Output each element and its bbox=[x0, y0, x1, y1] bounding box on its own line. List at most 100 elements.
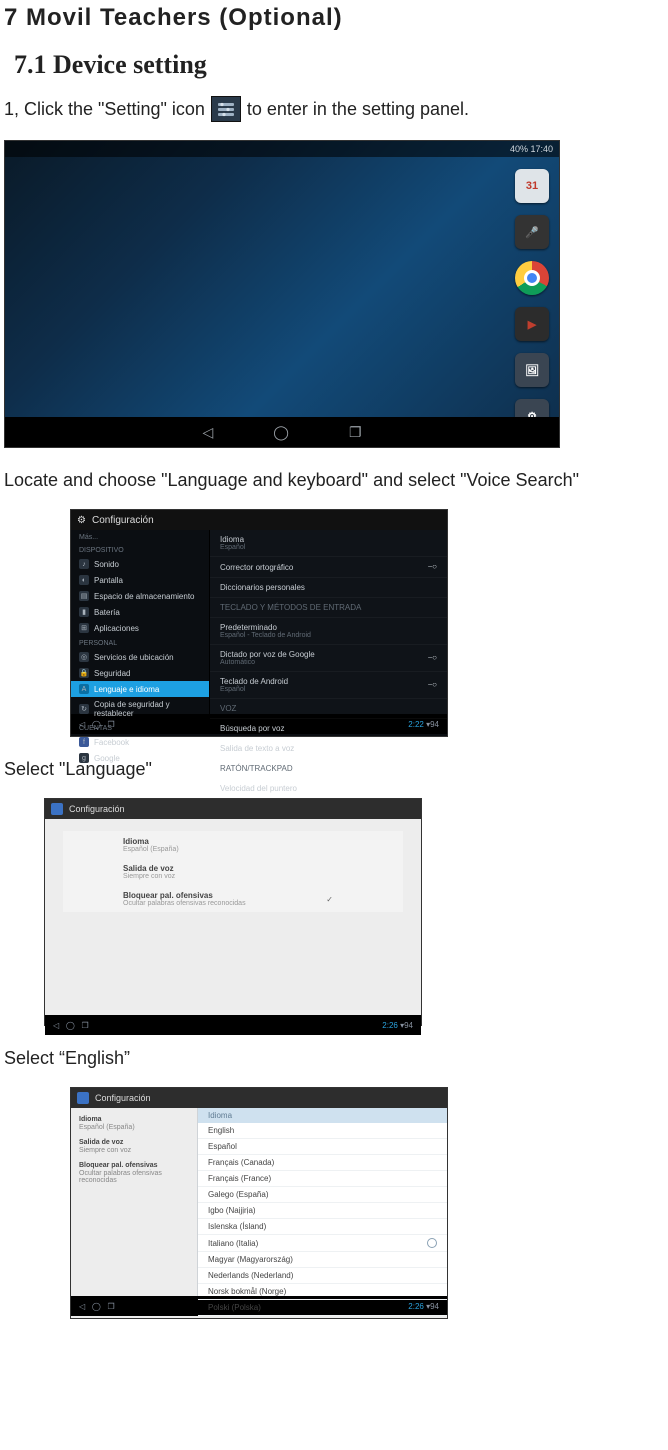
row-sublabel: Ocultar palabras ofensivas reconocidas bbox=[123, 900, 343, 907]
detail-diccionarios: Diccionarios personales bbox=[210, 578, 447, 598]
settings-title: Configuración bbox=[92, 515, 154, 526]
detail-predeterminado: PredeterminadoEspañol - Teclado de Andro… bbox=[210, 618, 447, 645]
status-bar: 40% 17:40 bbox=[5, 141, 559, 157]
row-idioma: Idioma Español (España) bbox=[63, 831, 403, 858]
screenshot-voice-search-settings: Configuración Idioma Español (España) Sa… bbox=[44, 798, 422, 1026]
battery-pct: 94 bbox=[430, 720, 439, 729]
row-salida-voz: Salida de voz Siempre con voz bbox=[63, 858, 403, 885]
detail-android-keyboard: Teclado de AndroidEspañol⎯○ bbox=[210, 672, 447, 699]
facebook-icon: f bbox=[79, 737, 89, 747]
language-label: Magyar (Magyarország) bbox=[208, 1255, 293, 1264]
row-sublabel: Siempre con voz bbox=[79, 1147, 189, 1154]
slider-icon: ⎯○ bbox=[428, 653, 437, 663]
radio-icon bbox=[427, 1238, 437, 1248]
sidebar-item-display: ◐Pantalla bbox=[71, 572, 209, 588]
sidebar-header-personal: PERSONAL bbox=[71, 636, 209, 649]
sidebar-label: Aplicaciones bbox=[94, 624, 139, 633]
clock: 2:26 bbox=[382, 1021, 398, 1030]
storage-icon: ▤ bbox=[79, 591, 89, 601]
step-1-text-b: to enter in the setting panel. bbox=[247, 99, 469, 120]
row-label: Bloquear pal. ofensivas bbox=[79, 1162, 189, 1169]
screenshot-select-english: Configuración Idioma Español (España) Sa… bbox=[70, 1087, 448, 1319]
nav-icons: ◁ ◯ ❐ bbox=[53, 1021, 89, 1030]
paragraph-4: Select “English” bbox=[4, 1048, 664, 1069]
chapter-title: 7 Movil Teachers (Optional) bbox=[4, 4, 664, 32]
paragraph-2: Locate and choose "Language and keyboard… bbox=[4, 470, 664, 491]
row-bloquear-ofensivas: Bloquear pal. ofensivas Ocultar palabras… bbox=[63, 885, 403, 912]
language-label: Français (France) bbox=[208, 1174, 271, 1183]
detail-label: Predeterminado bbox=[220, 623, 277, 632]
sidebar-item-backup: ↻Copia de seguridad y restablecer bbox=[71, 697, 209, 721]
settings-icon-small bbox=[51, 803, 63, 815]
sidebar-label: Servicios de ubicación bbox=[94, 653, 174, 662]
sidebar-item-facebook: f Facebook bbox=[71, 734, 209, 750]
clock: 2:26 bbox=[408, 1302, 424, 1311]
detail-header-voz: VOZ bbox=[210, 699, 447, 719]
android-nav-bar: ◁ ◯ ❐ bbox=[5, 417, 559, 447]
language-label: Polski (Polska) bbox=[208, 1303, 261, 1312]
chrome-app-icon bbox=[515, 261, 549, 295]
language-option: Magyar (Magyarország) bbox=[198, 1252, 447, 1268]
language-option: Galego (España) bbox=[198, 1187, 447, 1203]
sidebar-label: Espacio de almacenamiento bbox=[94, 592, 195, 601]
detail-label: Teclado de Android bbox=[220, 677, 288, 686]
row-sublabel: Español (España) bbox=[79, 1124, 189, 1131]
screenshot-settings-language: ⚙ Configuración Más... DISPOSITIVO ♪Soni… bbox=[70, 509, 448, 737]
battery-pct: 94 bbox=[430, 1302, 439, 1311]
section-title: 7.1 Device setting bbox=[14, 50, 664, 80]
sidebar-label: Copia de seguridad y restablecer bbox=[94, 700, 201, 718]
video-app-icon: ▶ bbox=[515, 307, 549, 341]
detail-sublabel: Automático bbox=[220, 659, 315, 666]
checkmark-icon: ✓ bbox=[326, 895, 333, 904]
detail-idioma: IdiomaEspañol bbox=[210, 530, 447, 557]
detail-header-raton: RATÓN/TRACKPAD bbox=[210, 759, 447, 779]
sidebar-item-security: 🔒Seguridad bbox=[71, 665, 209, 681]
step-1-text-a: 1, Click the "Setting" icon bbox=[4, 99, 205, 120]
settings-icon-small: ⚙ bbox=[77, 515, 86, 526]
row-sublabel: Siempre con voz bbox=[123, 873, 343, 880]
language-picker-header: Idioma bbox=[198, 1108, 447, 1123]
language-label: Islenska (Ísland) bbox=[208, 1222, 266, 1231]
language-label: English bbox=[208, 1126, 234, 1135]
detail-sublabel: Español - Teclado de Android bbox=[220, 632, 311, 639]
nav-icons: ◁ ◯ ❐ bbox=[79, 1302, 115, 1311]
sidebar-header-more: Más... bbox=[71, 530, 209, 543]
nav-home-icon: ◯ bbox=[273, 424, 289, 441]
language-option: Italiano (Italia) bbox=[198, 1235, 447, 1252]
mic-app-icon: 🎤 bbox=[515, 215, 549, 249]
row-sublabel: Español (España) bbox=[123, 846, 343, 853]
clock: 2:22 bbox=[408, 720, 424, 729]
language-label: Español bbox=[208, 1142, 237, 1151]
settings-icon bbox=[211, 96, 241, 122]
row-label: Salida de voz bbox=[79, 1139, 189, 1146]
detail-label: Diccionarios personales bbox=[220, 583, 305, 592]
language-label: Galego (España) bbox=[208, 1190, 268, 1199]
nav-recent-icon: ❐ bbox=[349, 424, 362, 441]
sidebar-label: Facebook bbox=[94, 738, 129, 747]
apps-icon: ⊞ bbox=[79, 623, 89, 633]
battery-icon: ▮ bbox=[79, 607, 89, 617]
settings-sidebar: Más... DISPOSITIVO ♪Sonido ◐Pantalla ▤Es… bbox=[71, 530, 209, 714]
nav-back-icon: ◁ bbox=[202, 424, 213, 441]
display-icon: ◐ bbox=[79, 575, 89, 585]
gallery-app-icon: 🖼 bbox=[515, 353, 549, 387]
sidebar-item-google: gGoogle bbox=[71, 750, 209, 766]
detail-velocidad: Velocidad del puntero bbox=[210, 779, 447, 799]
detail-google-voice: Dictado por voz de GoogleAutomático⎯○ bbox=[210, 645, 447, 672]
language-option: Igbo (Naịjịrịa) bbox=[198, 1203, 447, 1219]
sidebar-label: Seguridad bbox=[94, 669, 130, 678]
google-icon: g bbox=[79, 753, 89, 763]
nav-bar: ◁ ◯ ❐ 2:26 ▾94 bbox=[45, 1015, 421, 1035]
sidebar-item-language: ALenguaje e idioma bbox=[71, 681, 209, 697]
settings-title: Configuración bbox=[69, 804, 125, 814]
language-label: Igbo (Naịjịrịa) bbox=[208, 1206, 256, 1215]
language-option: English bbox=[198, 1123, 447, 1139]
row-label: Bloquear pal. ofensivas bbox=[123, 891, 343, 900]
language-option: Español bbox=[198, 1139, 447, 1155]
settings-icon-small bbox=[77, 1092, 89, 1104]
language-label: Nederlands (Nederland) bbox=[208, 1271, 293, 1280]
sidebar-header-device: DISPOSITIVO bbox=[71, 543, 209, 556]
sidebar-label: Batería bbox=[94, 608, 120, 617]
sidebar-label: Sonido bbox=[94, 560, 119, 569]
detail-tts: Salida de texto a voz bbox=[210, 739, 447, 759]
